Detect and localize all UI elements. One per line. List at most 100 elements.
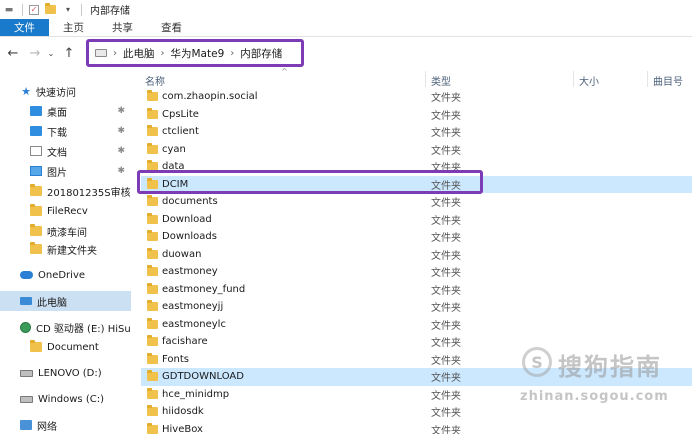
sidebar-item-windows-drive[interactable]: Windows (C:)	[0, 389, 131, 409]
folder-icon	[147, 300, 158, 312]
file-row[interactable]: Downloads 文件夹	[141, 228, 692, 246]
file-name: eastmoney	[162, 266, 218, 278]
folder-icon	[147, 282, 158, 294]
sidebar-item-this-pc[interactable]: 此电脑	[0, 291, 131, 311]
sidebar-item-onedrive[interactable]: OneDrive	[0, 265, 131, 285]
forward-arrow-icon[interactable]: →	[26, 43, 44, 63]
column-headers: ^ 名称 类型 大小 曲目号	[131, 67, 692, 89]
column-divider[interactable]	[425, 71, 426, 87]
column-header-size[interactable]: 大小	[579, 73, 599, 88]
tab-home[interactable]: 主页	[49, 19, 98, 36]
column-divider[interactable]	[573, 71, 574, 87]
up-arrow-icon[interactable]: ↑	[60, 43, 78, 63]
file-type: 文件夹	[431, 320, 461, 332]
window-app-icon[interactable]: ▬	[2, 4, 16, 16]
folder-icon	[147, 125, 158, 137]
folder-icon	[30, 184, 42, 196]
download-icon	[30, 126, 42, 136]
sidebar-item-quick-access[interactable]: ★ 快速访问	[0, 81, 131, 101]
file-name: eastmoneylc	[162, 318, 226, 330]
sidebar-item-label: 网络	[37, 421, 57, 433]
file-row[interactable]: HiveBox 文件夹	[141, 421, 692, 434]
back-arrow-icon[interactable]: ←	[4, 43, 22, 63]
properties-checkbox-icon[interactable]: ✓	[29, 4, 39, 15]
file-name: documents	[162, 196, 218, 208]
breadcrumb-chevron-icon[interactable]: ›	[161, 48, 165, 59]
folder-icon	[147, 230, 158, 242]
file-row[interactable]: com.zhaopin.social 文件夹	[141, 88, 692, 106]
file-row[interactable]: duowan 文件夹	[141, 246, 692, 264]
breadcrumb-device[interactable]: 华为Mate9	[171, 46, 225, 61]
file-row[interactable]: CpsLite 文件夹	[141, 106, 692, 124]
breadcrumb-chevron-icon[interactable]: ›	[113, 48, 117, 59]
sidebar-item-cd-drive[interactable]: CD 驱动器 (E:) HiSuite	[0, 317, 131, 337]
sidebar-item-label: OneDrive	[38, 269, 86, 281]
title-separator	[81, 3, 82, 16]
file-type: 文件夹	[431, 93, 461, 105]
sidebar-item-network[interactable]: 网络	[0, 415, 131, 434]
file-row[interactable]: ctclient 文件夹	[141, 123, 692, 141]
sidebar-item-documents[interactable]: 文档 ✱	[0, 141, 131, 161]
sidebar-item-folder[interactable]: 新建文件夹	[0, 239, 131, 259]
sidebar-item-label: 此电脑	[37, 297, 67, 309]
sidebar-item-document-folder[interactable]: Document	[0, 337, 131, 357]
sidebar-item-pictures[interactable]: 图片 ✱	[0, 161, 131, 181]
sidebar-item-label: Document	[47, 341, 99, 353]
file-row[interactable]: cyan 文件夹	[141, 141, 692, 159]
pin-icon: ✱	[117, 106, 125, 116]
new-folder-icon[interactable]	[43, 3, 57, 16]
folder-icon	[147, 107, 158, 119]
address-bar[interactable]: › 此电脑 › 华为Mate9 › 内部存储	[86, 39, 304, 67]
drive-icon	[20, 395, 33, 403]
navigation-bar: ← → ⌄ ↑ › 此电脑 › 华为Mate9 › 内部存储	[0, 37, 692, 69]
column-header-type[interactable]: 类型	[431, 73, 451, 88]
file-row[interactable]: eastmoney 文件夹	[141, 263, 692, 281]
watermark-url: zhinan.sogou.com	[520, 389, 669, 404]
column-divider[interactable]	[647, 71, 648, 87]
sidebar-item-downloads[interactable]: 下载 ✱	[0, 121, 131, 141]
file-name: cyan	[162, 143, 186, 155]
ribbon-tabs: 文件 主页 共享 查看	[0, 19, 692, 37]
file-type: 文件夹	[431, 373, 461, 385]
file-type: 文件夹	[431, 338, 461, 350]
sidebar-item-desktop[interactable]: 桌面 ✱	[0, 101, 131, 121]
column-header-name[interactable]: 名称	[145, 73, 165, 88]
file-row[interactable]: Download 文件夹	[141, 211, 692, 229]
tab-share[interactable]: 共享	[98, 19, 147, 36]
sidebar-item-label: Windows (C:)	[38, 393, 104, 405]
breadcrumb-this-pc[interactable]: 此电脑	[123, 46, 155, 61]
desktop-icon	[30, 106, 42, 116]
file-type: 文件夹	[431, 425, 461, 434]
file-name: hiidosdk	[162, 406, 204, 418]
file-row[interactable]: eastmoney_fund 文件夹	[141, 281, 692, 299]
sidebar-item-folder[interactable]: FileRecv	[0, 201, 131, 221]
sidebar-item-folder[interactable]: 201801235S审核	[0, 181, 131, 201]
file-type: 文件夹	[431, 390, 461, 402]
tab-view[interactable]: 查看	[147, 19, 196, 36]
folder-icon	[30, 224, 42, 236]
column-header-track[interactable]: 曲目号	[653, 73, 683, 88]
file-type: 文件夹	[431, 233, 461, 245]
file-name: com.zhaopin.social	[162, 91, 258, 103]
pin-icon: ✱	[117, 166, 125, 176]
file-row[interactable]: eastmoneylc 文件夹	[141, 316, 692, 334]
file-type: 文件夹	[431, 285, 461, 297]
file-type: 文件夹	[431, 355, 461, 367]
pc-icon	[20, 297, 32, 305]
file-row[interactable]: documents 文件夹	[141, 193, 692, 211]
breadcrumb-chevron-icon[interactable]: ›	[230, 48, 234, 59]
folder-icon	[147, 387, 158, 399]
title-bar: ▬ ✓ ▾ 内部存储	[0, 0, 692, 19]
sidebar-item-lenovo-drive[interactable]: LENOVO (D:)	[0, 363, 131, 383]
file-name: GDTDOWNLOAD	[162, 371, 244, 383]
phone-drive-icon	[95, 49, 107, 57]
sidebar-item-label: 桌面	[47, 107, 67, 119]
sidebar-item-label: 图片	[47, 167, 67, 179]
file-name: duowan	[162, 248, 202, 260]
file-row[interactable]: eastmoneyjj 文件夹	[141, 298, 692, 316]
sidebar-item-folder[interactable]: 喷漆车间	[0, 221, 131, 241]
breadcrumb-internal-storage[interactable]: 内部存储	[240, 46, 282, 61]
quick-access-dropdown-icon[interactable]: ▾	[61, 4, 75, 16]
recent-locations-chevron-icon[interactable]: ⌄	[46, 43, 56, 63]
tab-file[interactable]: 文件	[0, 19, 49, 36]
